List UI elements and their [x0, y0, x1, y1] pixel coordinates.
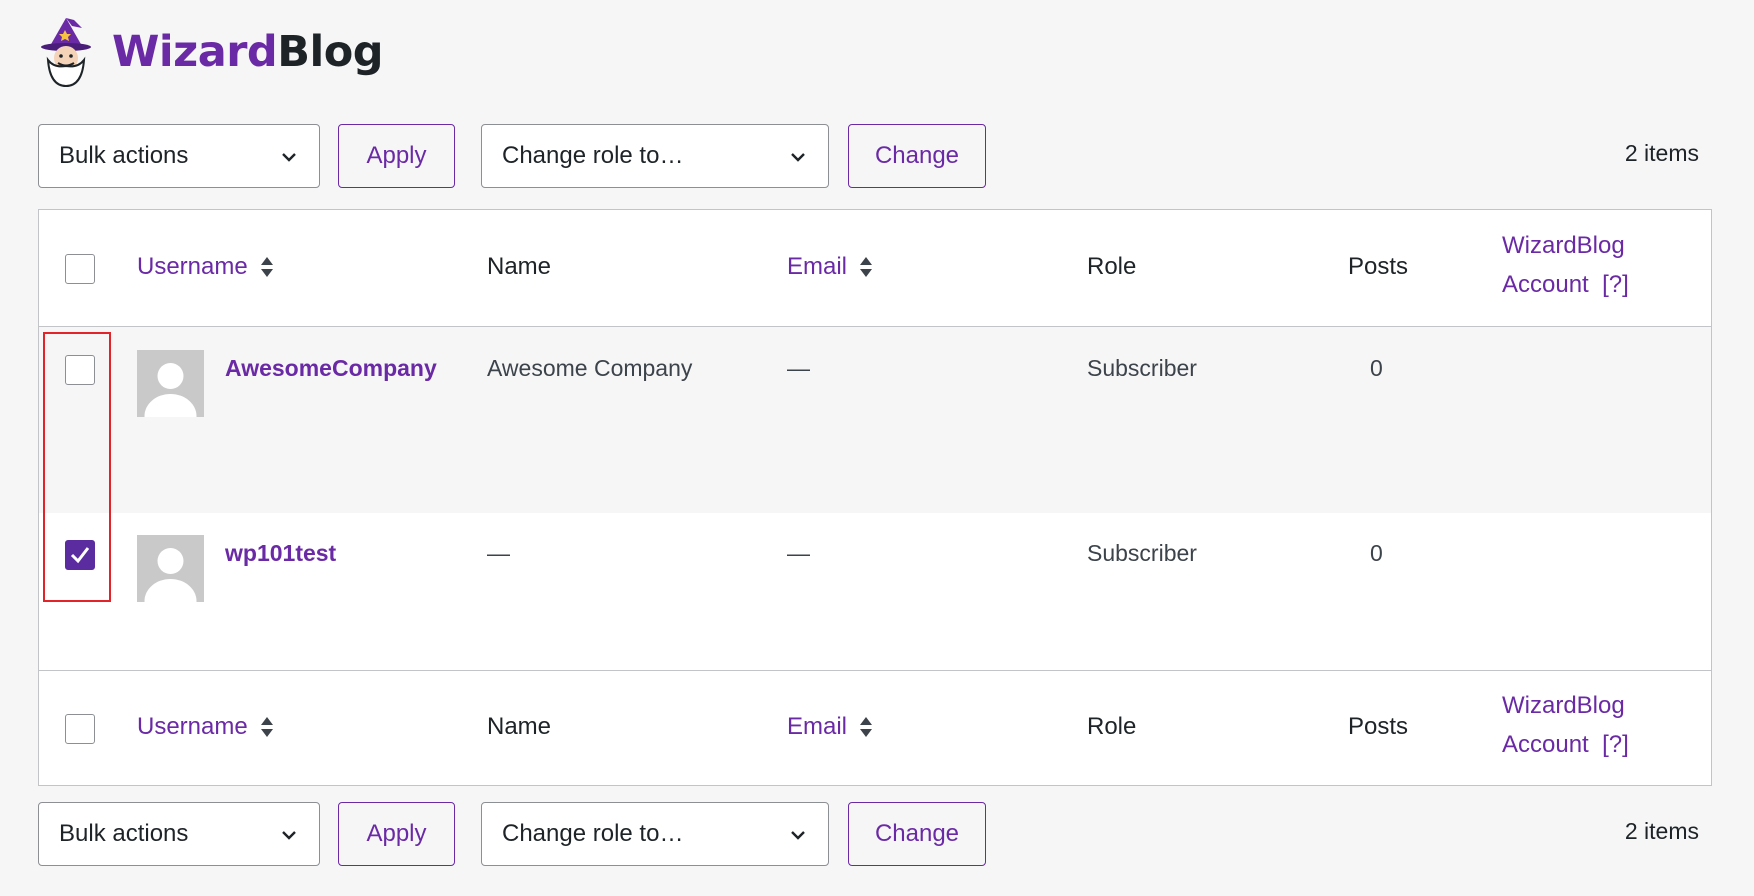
wizardblog-account-column-footer: WizardBlog Account [?] [1502, 692, 1629, 758]
account-help-link[interactable]: [?] [1602, 271, 1629, 298]
email-column-footer[interactable]: Email [787, 713, 873, 741]
change-button-bottom[interactable]: Change [848, 802, 986, 866]
change-button[interactable]: Change [848, 124, 986, 188]
apply-button[interactable]: Apply [338, 124, 455, 188]
table-footer-row: Username Name Email Role Posts WizardBlo… [39, 670, 1711, 787]
username-link[interactable]: AwesomeCompany [225, 355, 437, 382]
role-column-header: Role [1087, 253, 1137, 280]
select-all-checkbox[interactable] [65, 254, 95, 284]
items-count: 2 items [1624, 140, 1699, 166]
email-column-header[interactable]: Email [787, 253, 873, 281]
change-role-select[interactable]: Change role to… [481, 124, 829, 188]
name-column-header: Name [487, 253, 552, 280]
users-table: Username Name Email Role Posts WizardBlo… [38, 209, 1712, 786]
table-row: AwesomeCompany Awesome Company — Subscri… [39, 327, 1711, 513]
sort-icon [860, 717, 873, 737]
user-posts: 0 [1370, 355, 1383, 381]
brand-name: WizardBlog [112, 27, 384, 77]
wizardblog-account-column-header: WizardBlog Account [?] [1502, 232, 1629, 298]
chevron-down-icon [282, 153, 296, 162]
row-checkbox-checked[interactable] [65, 540, 95, 570]
bulk-actions-select-bottom[interactable]: Bulk actions [38, 802, 320, 866]
sort-icon [260, 257, 273, 277]
wizard-icon [41, 18, 91, 88]
chevron-down-icon [791, 153, 805, 162]
user-name: — [487, 540, 510, 566]
name-column-footer: Name [487, 713, 552, 740]
chevron-down-icon [282, 831, 296, 840]
sort-icon [260, 717, 273, 737]
username-link[interactable]: wp101test [225, 540, 336, 567]
avatar [137, 535, 204, 602]
checkmark-icon [70, 547, 90, 564]
brand-header: WizardBlog [38, 16, 384, 88]
user-name: Awesome Company [487, 355, 693, 381]
posts-column-footer: Posts [1348, 713, 1409, 740]
user-email: — [787, 540, 810, 566]
user-role: Subscriber [1087, 540, 1197, 566]
row-checkbox[interactable] [65, 355, 95, 385]
account-help-link[interactable]: [?] [1602, 731, 1629, 758]
bottom-toolbar: Bulk actions Apply Change role to… Chang… [38, 802, 1711, 866]
sort-icon [860, 257, 873, 277]
username-column-footer[interactable]: Username [137, 713, 274, 741]
user-role: Subscriber [1087, 355, 1197, 381]
chevron-down-icon [791, 831, 805, 840]
user-posts: 0 [1370, 540, 1383, 566]
bulk-actions-select[interactable]: Bulk actions [38, 124, 320, 188]
table-header-row: Username Name Email Role Posts WizardBlo… [39, 210, 1711, 327]
role-column-footer: Role [1087, 713, 1137, 740]
items-count-bottom: 2 items [1624, 818, 1699, 844]
change-role-select-bottom[interactable]: Change role to… [481, 802, 829, 866]
username-column-header[interactable]: Username [137, 253, 274, 281]
user-email: — [787, 355, 810, 381]
table-row: wp101test — — Subscriber 0 [39, 513, 1711, 678]
apply-button-bottom[interactable]: Apply [338, 802, 455, 866]
top-toolbar: Bulk actions Apply Change role to… Chang… [38, 124, 1711, 188]
posts-column-header: Posts [1348, 253, 1409, 280]
avatar [137, 350, 204, 417]
select-all-checkbox-footer[interactable] [65, 714, 95, 744]
